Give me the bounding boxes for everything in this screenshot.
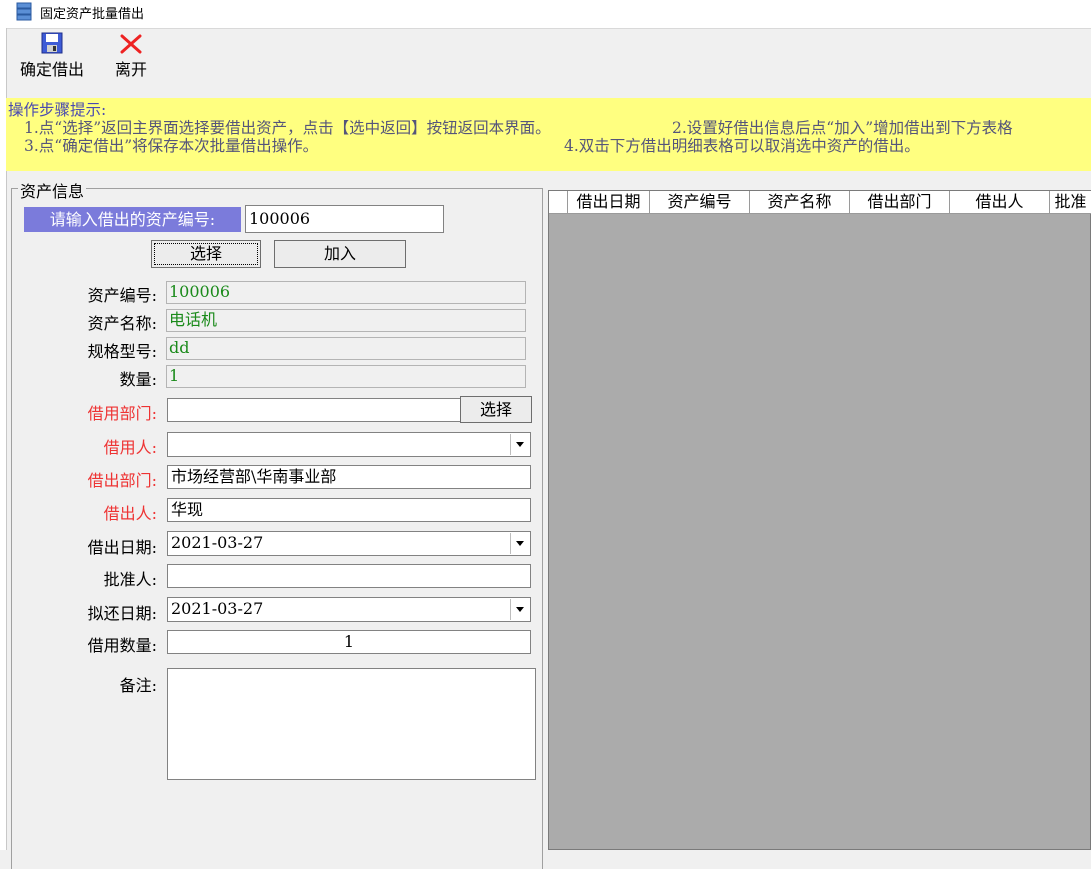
column-header[interactable]: 借出部门 xyxy=(850,191,950,213)
asset-no-input[interactable]: 100006 xyxy=(245,205,444,233)
asset-no-label: 资产编号: xyxy=(87,286,157,305)
row-indicator-header xyxy=(549,191,568,213)
borrow-dept-label: 借用部门: xyxy=(87,404,157,423)
lender-label: 借出人: xyxy=(103,504,157,523)
lend-date-value: 2021-03-27 xyxy=(171,533,264,552)
asset-no-prompt: 请输入借出的资产编号: xyxy=(24,207,241,232)
asset-name-label: 资产名称: xyxy=(87,314,157,333)
add-asset-button[interactable]: 加入 xyxy=(274,240,406,268)
table-header: 借出日期 资产编号 资产名称 借出部门 借出人 批准 xyxy=(549,191,1091,214)
asset-info-group-title: 资产信息 xyxy=(18,178,87,202)
return-date-picker[interactable]: 2021-03-27 xyxy=(167,597,531,622)
column-header[interactable]: 借出人 xyxy=(950,191,1050,213)
confirm-lend-label: 确定借出 xyxy=(19,60,84,79)
return-date-label: 拟还日期: xyxy=(87,604,157,623)
instructions-panel: 操作步骤提示: 1.点“选择”返回主界面选择要借出资产，点击【选中返回】按钮返回… xyxy=(6,98,1091,171)
close-icon xyxy=(120,34,142,54)
borrow-qty-input[interactable]: 1 xyxy=(167,630,531,654)
spec-label: 规格型号: xyxy=(87,342,157,361)
spec-value: dd xyxy=(166,337,526,360)
chevron-down-icon[interactable] xyxy=(510,434,529,455)
quantity-label: 数量: xyxy=(119,370,157,389)
chevron-down-icon[interactable] xyxy=(510,599,529,620)
column-header[interactable]: 资产编号 xyxy=(650,191,750,213)
save-icon xyxy=(41,32,63,54)
lend-dept-label: 借出部门: xyxy=(87,471,157,490)
lend-date-picker[interactable]: 2021-03-27 xyxy=(167,531,531,556)
instruction-4: 4.双击下方借出明细表格可以取消选中资产的借出。 xyxy=(564,137,920,155)
borrow-dept-select-button[interactable]: 选择 xyxy=(460,396,532,423)
asset-name-value: 电话机 xyxy=(166,309,526,332)
approver-input[interactable] xyxy=(167,564,531,588)
confirm-lend-button[interactable]: 确定借出 xyxy=(14,32,90,79)
asset-no-value: 100006 xyxy=(166,281,526,304)
app-icon xyxy=(16,2,32,21)
borrower-select[interactable] xyxy=(167,432,531,457)
lend-detail-table[interactable] xyxy=(548,190,1091,850)
remark-label: 备注: xyxy=(119,676,157,695)
chevron-down-icon[interactable] xyxy=(510,533,529,554)
column-header[interactable]: 借出日期 xyxy=(568,191,650,213)
borrow-qty-label: 借用数量: xyxy=(87,636,157,655)
column-header[interactable]: 资产名称 xyxy=(750,191,850,213)
title-bar xyxy=(0,0,1091,29)
lender-input[interactable]: 华现 xyxy=(167,498,531,522)
quantity-value: 1 xyxy=(166,365,526,388)
select-asset-button[interactable]: 选择 xyxy=(151,240,261,268)
lend-date-label: 借出日期: xyxy=(87,538,157,557)
exit-label: 离开 xyxy=(114,60,147,79)
column-header[interactable]: 批准 xyxy=(1050,191,1091,213)
approver-label: 批准人: xyxy=(103,570,157,589)
window-title: 固定资产批量借出 xyxy=(40,7,145,22)
exit-button[interactable]: 离开 xyxy=(108,32,154,79)
remark-textarea[interactable] xyxy=(167,668,536,780)
return-date-value: 2021-03-27 xyxy=(171,599,264,618)
lend-dept-input[interactable]: 市场经营部\华南事业部 xyxy=(167,465,531,489)
borrower-label: 借用人: xyxy=(103,438,157,457)
instruction-3: 3.点“确定借出”将保存本次批量借出操作。 xyxy=(24,137,319,155)
borrow-dept-input[interactable] xyxy=(167,398,463,422)
